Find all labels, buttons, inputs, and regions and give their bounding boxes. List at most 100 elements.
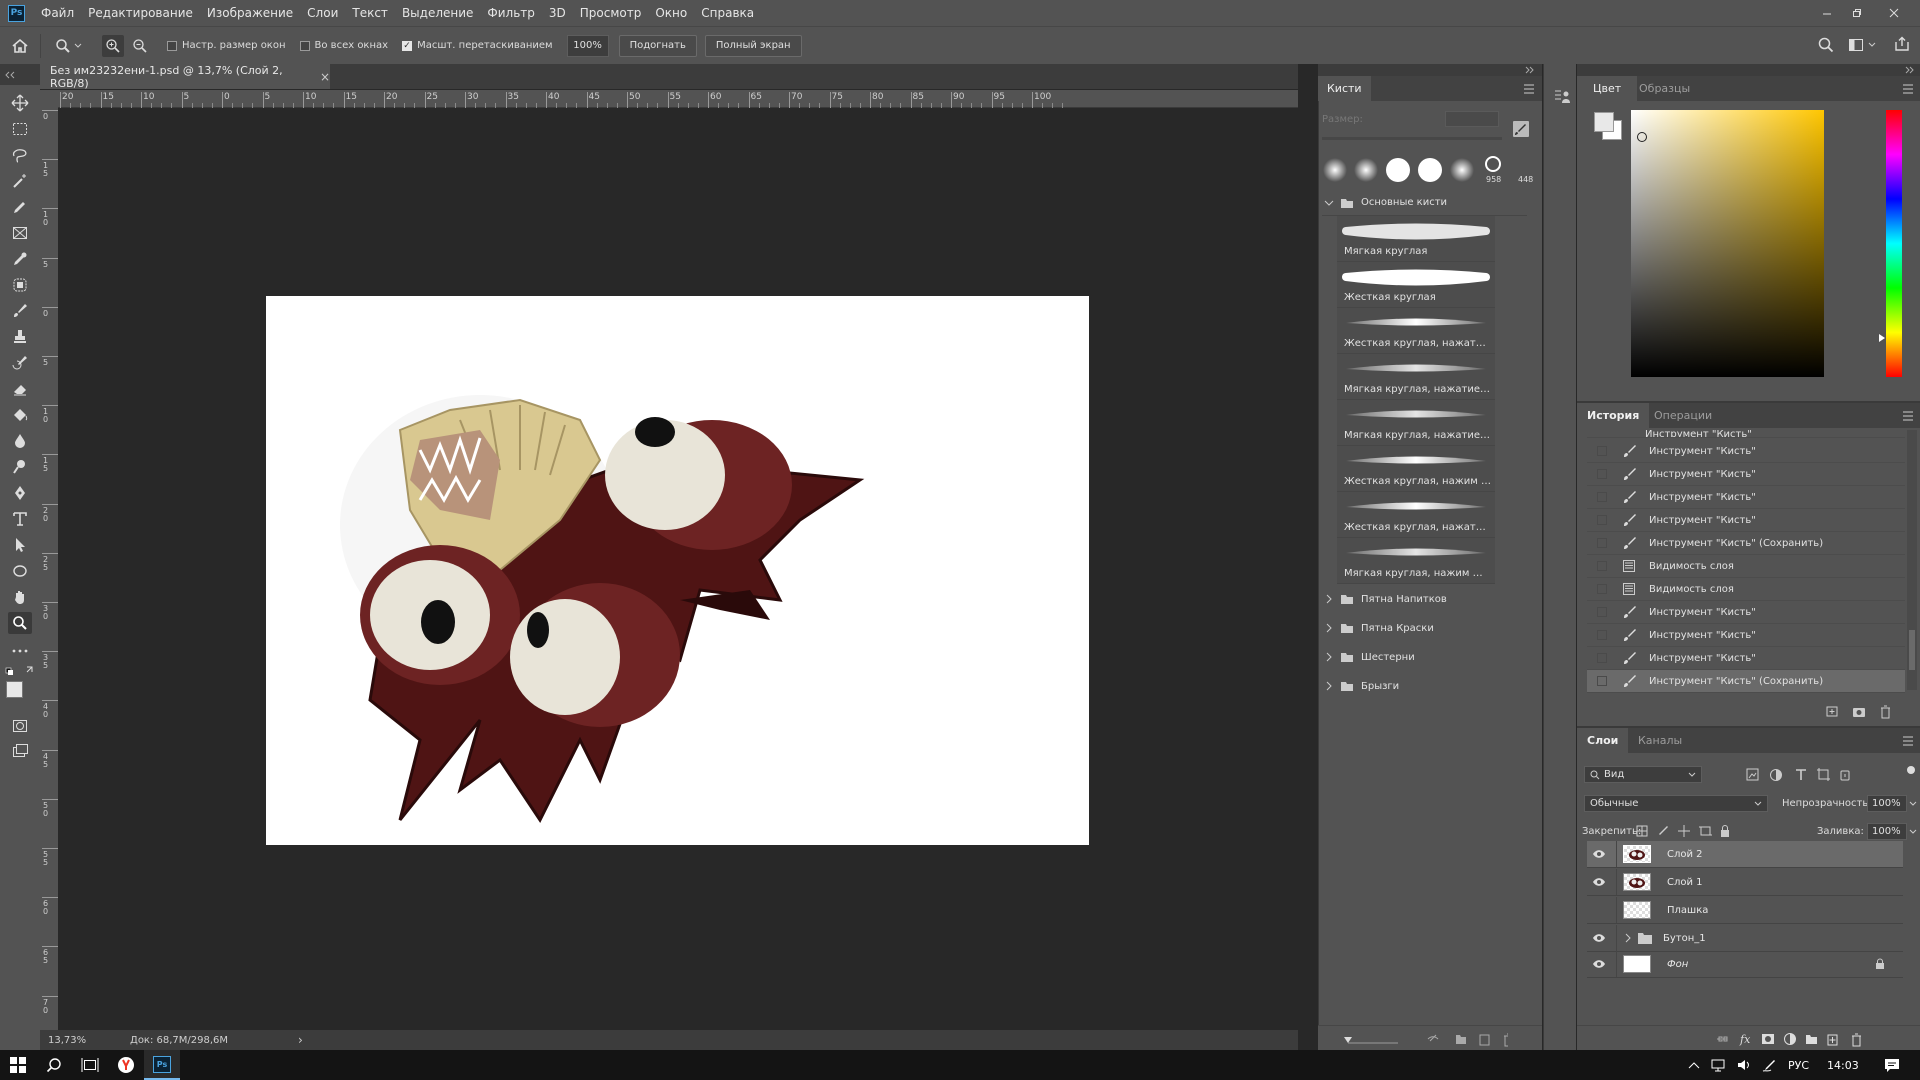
- ellipse-tool[interactable]: [8, 560, 32, 582]
- frame-tool[interactable]: [8, 222, 32, 244]
- layer-name[interactable]: Слой 1: [1667, 877, 1703, 888]
- notifications-icon[interactable]: [1883, 1057, 1901, 1073]
- photoshop-taskbar-button[interactable]: Ps: [144, 1050, 180, 1080]
- history-state-item[interactable]: Инструмент "Кисть": [1587, 601, 1905, 624]
- tab-history[interactable]: История: [1577, 403, 1650, 428]
- checkbox-box[interactable]: [299, 40, 310, 51]
- language-indicator[interactable]: РУС: [1788, 1059, 1809, 1072]
- tab-actions[interactable]: Операции: [1654, 403, 1712, 428]
- horizontal-ruler[interactable]: 20 15 10 5 0 5 10 15 20 25 30 35 40 45 50 55 60 65 70 75 80 8…: [58, 90, 1298, 108]
- menu-item[interactable]: Выделение: [395, 0, 480, 26]
- restore-button[interactable]: [1843, 0, 1871, 26]
- task-view-button[interactable]: [72, 1050, 108, 1080]
- workspace-button[interactable]: [1848, 37, 1876, 53]
- brush-folder-item[interactable]: Брызги: [1322, 673, 1527, 699]
- quick-mask-button[interactable]: [8, 715, 32, 737]
- brush-folder-item[interactable]: Пятна Краски: [1322, 615, 1527, 641]
- opacity-field[interactable]: 100%: [1867, 795, 1907, 812]
- document-tab[interactable]: Без им23232ени-1.psd @ 13,7% (Слой 2, RG…: [40, 64, 330, 90]
- menu-item[interactable]: Справка: [694, 0, 761, 26]
- layer-row[interactable]: Слой 2: [1587, 841, 1903, 868]
- menu-item[interactable]: Изображение: [200, 0, 300, 26]
- blend-mode-select[interactable]: Обычные: [1584, 795, 1768, 812]
- brush-folder-item[interactable]: Пятна Напитков: [1322, 586, 1527, 612]
- all-windows-checkbox[interactable]: Во всех окнах: [299, 40, 388, 51]
- zoom-in-button[interactable]: [102, 34, 124, 57]
- fill-screen-button[interactable]: Полный экран: [704, 34, 802, 57]
- type-tool[interactable]: [8, 508, 32, 530]
- brush-size-slider[interactable]: [1322, 137, 1502, 140]
- search-button[interactable]: [1818, 37, 1834, 53]
- layer-visibility-toggle[interactable]: [1587, 933, 1611, 943]
- panel-menu-icon[interactable]: [1902, 84, 1914, 94]
- panel-menu-icon[interactable]: [1902, 736, 1914, 746]
- new-brush-button[interactable]: [1512, 120, 1530, 138]
- filter-toggle[interactable]: [1907, 766, 1915, 774]
- layer-visibility-toggle[interactable]: [1587, 849, 1611, 859]
- history-state-item[interactable]: Инструмент "Кисть": [1587, 624, 1905, 647]
- tab-layers[interactable]: Слои: [1577, 728, 1629, 753]
- close-window-button[interactable]: [1880, 0, 1908, 26]
- layer-row[interactable]: Плашка: [1587, 897, 1903, 924]
- clock[interactable]: 14:03: [1827, 1059, 1859, 1072]
- path-selection-tool[interactable]: [8, 534, 32, 556]
- layers-footer-icons[interactable]: fx: [1714, 1031, 1894, 1047]
- eraser-tool[interactable]: [8, 378, 32, 400]
- brush-preset-item[interactable]: Жесткая круглая, нажатие =...: [1337, 308, 1495, 354]
- canvas-area[interactable]: [58, 108, 1298, 1040]
- history-snapshot-source[interactable]: [1597, 538, 1607, 548]
- pen-tool[interactable]: [8, 482, 32, 504]
- history-scrollbar[interactable]: [1907, 430, 1917, 690]
- lock-icons[interactable]: [1635, 824, 1735, 838]
- blur-tool[interactable]: [8, 430, 32, 452]
- menu-item[interactable]: Редактирование: [81, 0, 200, 26]
- resize-windows-checkbox[interactable]: Настр. размер окон: [167, 40, 286, 51]
- marquee-tool[interactable]: [8, 118, 32, 140]
- brush-tool[interactable]: [8, 300, 32, 322]
- menu-item[interactable]: Окно: [648, 0, 694, 26]
- history-snapshot-source[interactable]: [1597, 676, 1607, 686]
- brush-preset-item[interactable]: Мягкая круглая, нажатие = н...: [1337, 400, 1495, 446]
- history-brush-tool[interactable]: [8, 352, 32, 374]
- chevron-right-icon[interactable]: [1623, 933, 1633, 943]
- history-state-item[interactable]: Видимость слоя: [1587, 578, 1905, 601]
- network-icon[interactable]: [1710, 1058, 1726, 1072]
- layer-visibility-toggle[interactable]: [1587, 877, 1611, 887]
- menu-item[interactable]: Файл: [34, 0, 81, 26]
- zoom-tool[interactable]: [8, 612, 32, 634]
- lasso-tool[interactable]: [8, 144, 32, 166]
- zoom-out-button[interactable]: [129, 35, 151, 57]
- history-snapshot-source[interactable]: [1597, 446, 1607, 456]
- tab-brushes[interactable]: Кисти: [1318, 76, 1371, 101]
- brush-preset-item[interactable]: Жесткая круглая, нажим — м...: [1337, 446, 1495, 492]
- menu-item[interactable]: Текст: [345, 0, 395, 26]
- layer-visibility-toggle[interactable]: [1587, 959, 1611, 969]
- history-snapshot-source[interactable]: [1597, 653, 1607, 663]
- tab-channels[interactable]: Каналы: [1638, 728, 1682, 753]
- menu-item[interactable]: Слои: [300, 0, 345, 26]
- dodge-tool[interactable]: [8, 456, 32, 478]
- layer-name[interactable]: Фон: [1667, 959, 1688, 970]
- screen-mode-button[interactable]: [8, 740, 32, 762]
- hue-slider[interactable]: [1886, 110, 1902, 377]
- close-tab-icon[interactable]: ×: [320, 70, 330, 84]
- layer-row[interactable]: Фон: [1587, 951, 1903, 978]
- properties-panel-button[interactable]: [1554, 88, 1572, 106]
- history-state-item[interactable]: Видимость слоя: [1587, 555, 1905, 578]
- history-row-partial[interactable]: Инструмент "Кисть": [1587, 428, 1905, 438]
- saturation-brightness-field[interactable]: [1631, 110, 1824, 377]
- pen-ink-icon[interactable]: [1762, 1058, 1778, 1072]
- brush-preset-item[interactable]: Мягкая круглая, нажим — на...: [1337, 538, 1495, 584]
- panel-menu-icon[interactable]: [1902, 411, 1914, 421]
- fit-screen-button[interactable]: Подогнать: [618, 34, 697, 57]
- history-snapshot-source[interactable]: [1597, 515, 1607, 525]
- vertical-ruler[interactable]: 0 1 5 1 0 5 0 5 1 0 1 5 2 0 2 5 3 0 3 5 4 0 4 5 5 0 5 5…: [40, 108, 58, 1040]
- layer-row[interactable]: Слой 1: [1587, 869, 1903, 896]
- menu-item[interactable]: 3D: [542, 0, 573, 26]
- eyedropper-fix-tool[interactable]: [8, 196, 32, 218]
- history-snapshot-source[interactable]: [1597, 630, 1607, 640]
- hand-tool[interactable]: [8, 586, 32, 608]
- document-canvas[interactable]: [58, 108, 1298, 1040]
- history-state-item[interactable]: Инструмент "Кисть": [1587, 509, 1905, 532]
- tab-swatches[interactable]: Образцы: [1639, 76, 1690, 101]
